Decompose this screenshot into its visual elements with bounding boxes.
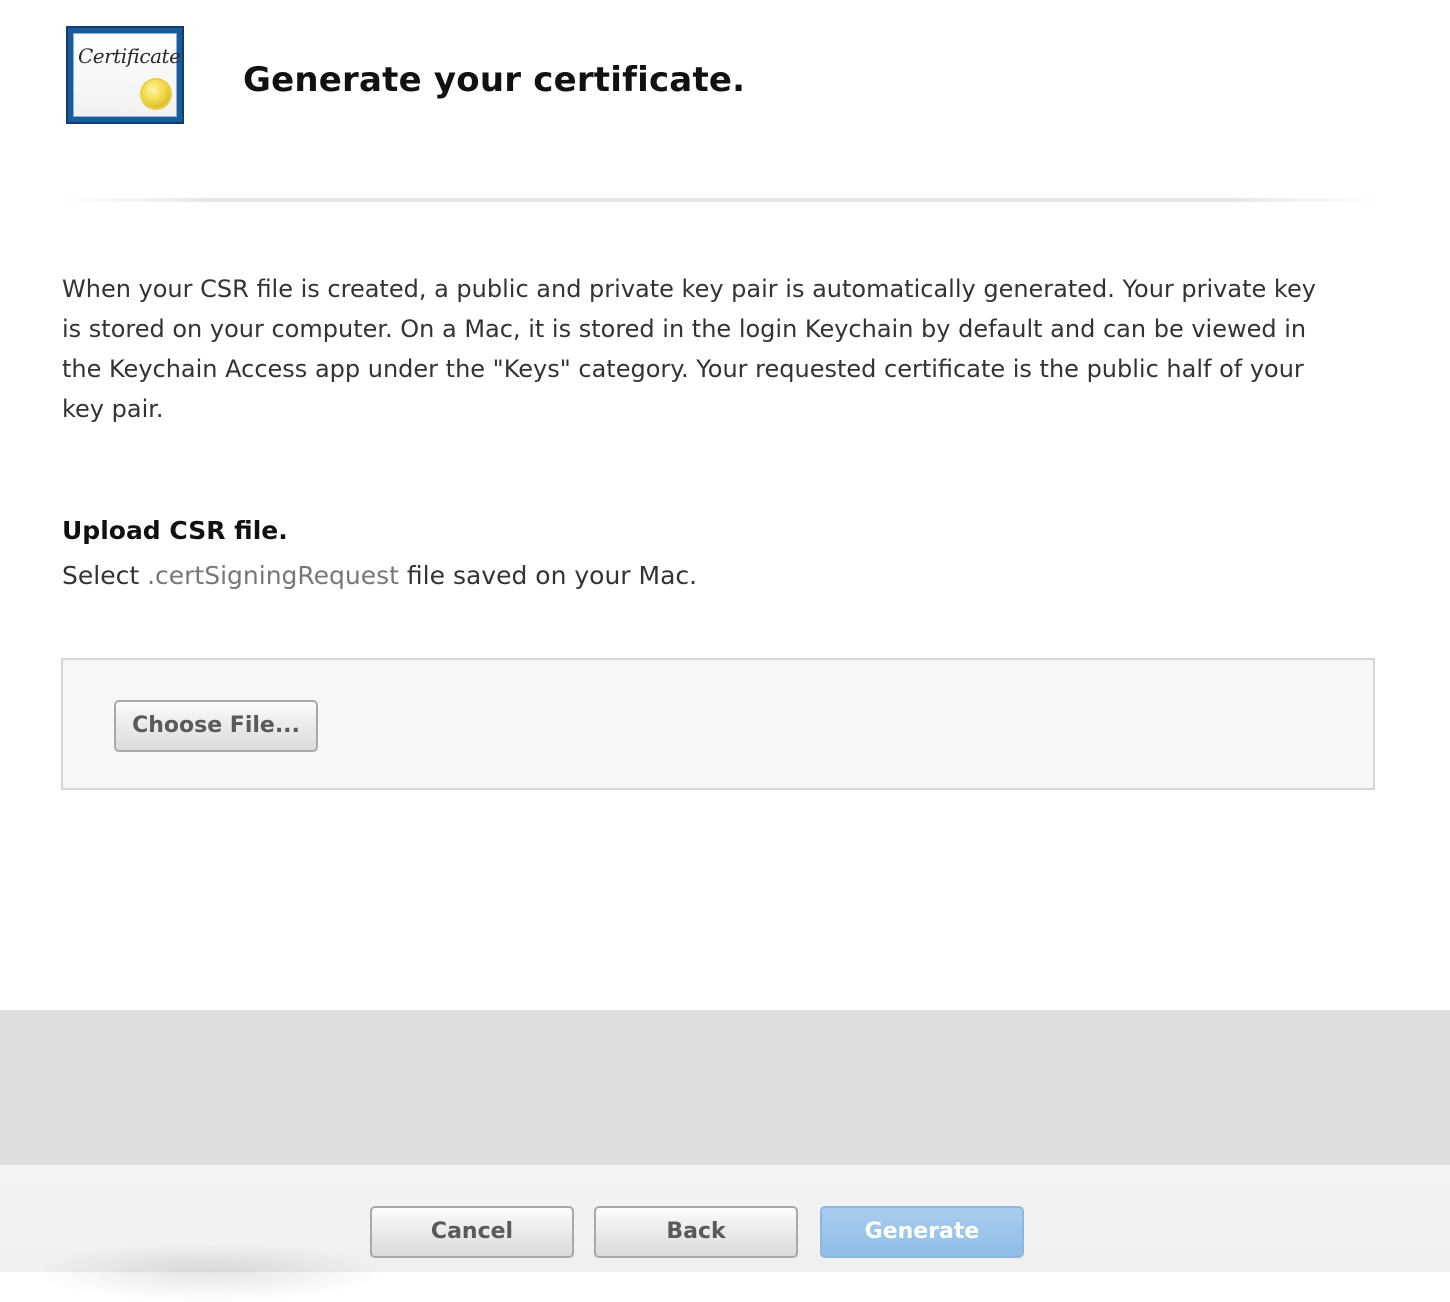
upload-instructions: Select .certSigningRequest file saved on…: [62, 561, 697, 590]
certificate-paper: Certificate: [73, 33, 181, 117]
cancel-button[interactable]: Cancel: [370, 1206, 574, 1258]
instruction-suffix: file saved on your Mac.: [398, 561, 698, 590]
generate-button[interactable]: Generate: [820, 1206, 1024, 1258]
header-divider: [60, 198, 1380, 202]
file-upload-panel: Choose File...: [61, 658, 1375, 790]
instruction-prefix: Select: [62, 561, 148, 590]
upload-csr-heading: Upload CSR file.: [62, 516, 288, 545]
choose-file-button[interactable]: Choose File...: [114, 700, 318, 752]
footer-shadow: [30, 1242, 390, 1302]
csr-description: When your CSR file is created, a public …: [62, 275, 1316, 423]
back-button[interactable]: Back: [594, 1206, 798, 1258]
certificate-icon: Certificate: [66, 26, 184, 124]
footer-band: [0, 1010, 1450, 1165]
certificate-script-text: Certificate: [78, 44, 181, 68]
file-extension: .certSigningRequest: [147, 561, 399, 590]
page-title: Generate your certificate.: [243, 60, 746, 100]
certificate-seal-icon: [142, 80, 170, 108]
